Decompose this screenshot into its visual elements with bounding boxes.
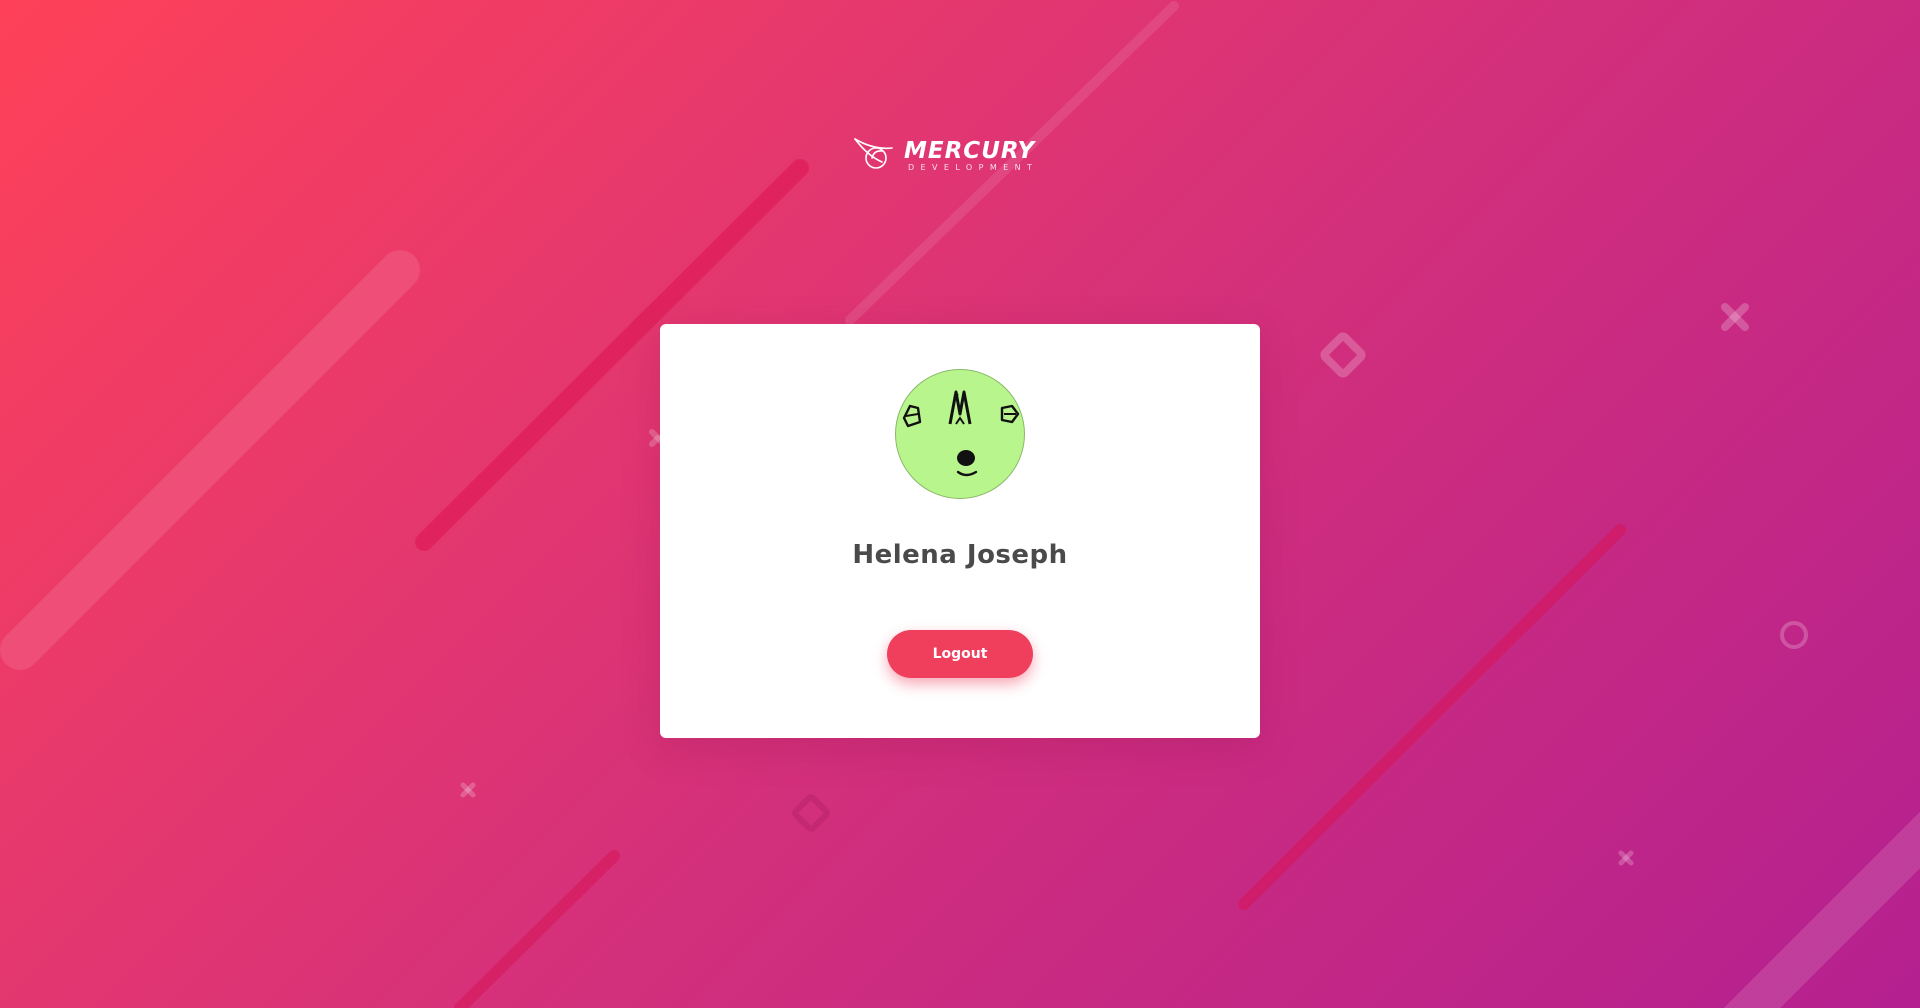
logo-tagline: DEVELOPMENT bbox=[908, 163, 1039, 172]
identicon-face-icon bbox=[902, 390, 1020, 477]
comet-icon bbox=[854, 138, 893, 169]
avatar bbox=[895, 369, 1025, 499]
user-name: Helena Joseph bbox=[852, 540, 1068, 570]
logo-wordmark: MERCURY bbox=[904, 138, 1036, 164]
company-logo: MERCURY DEVELOPMENT bbox=[852, 136, 1066, 176]
profile-card: Helena Joseph Logout bbox=[660, 324, 1260, 738]
logout-button[interactable]: Logout bbox=[887, 630, 1033, 678]
